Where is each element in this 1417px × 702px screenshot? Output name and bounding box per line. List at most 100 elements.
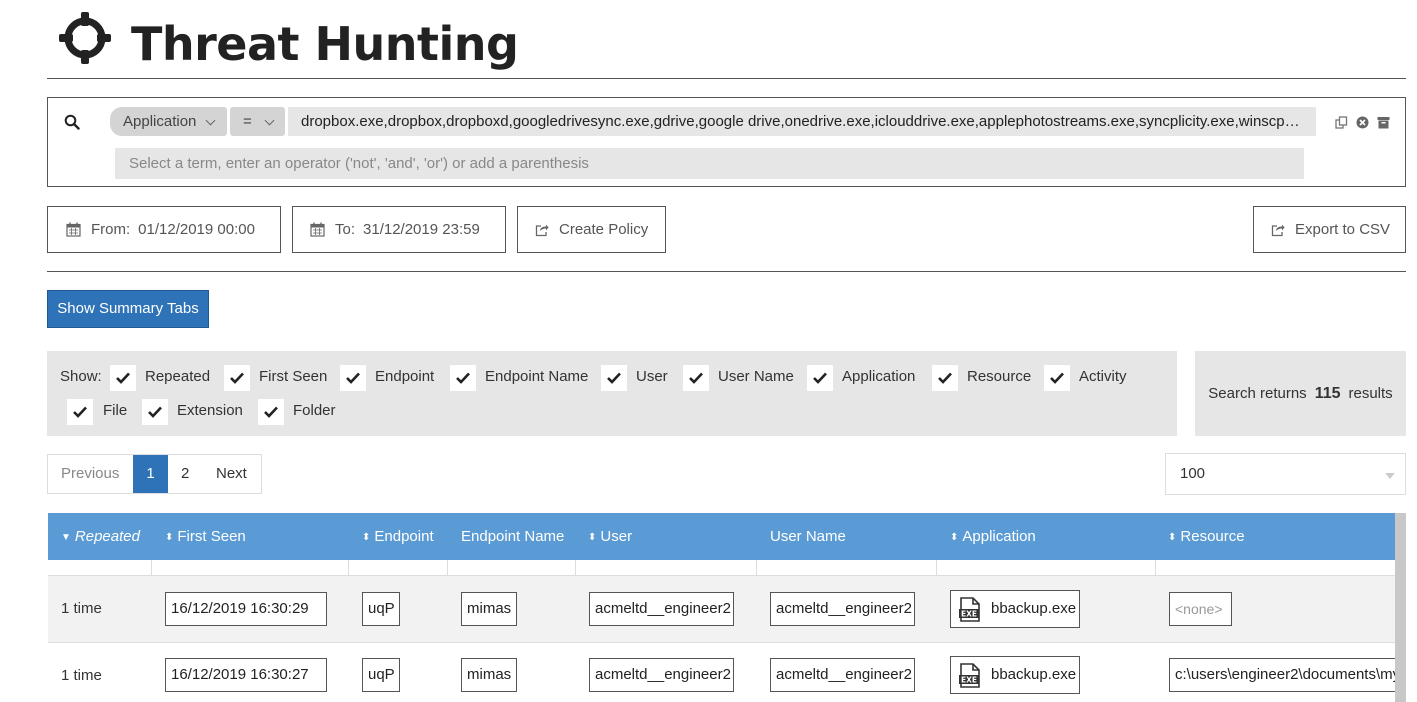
column-divider [348,560,349,576]
checkmark-icon [1050,372,1064,384]
application-cell[interactable]: EXE bbackup.exe [950,590,1080,628]
checkbox-label: User Name [718,368,794,385]
first-seen-cell[interactable]: 16/12/2019 16:30:27 [165,658,327,692]
repeated-cell: 1 time [61,667,102,684]
pagination: Previous 1 2 Next [47,454,262,494]
term-field-select[interactable]: Application [110,107,227,136]
checkbox-label: Activity [1079,368,1127,385]
calendar-icon [66,222,81,237]
user-name-cell[interactable]: acmeltd__engineer2 [770,592,915,626]
column-header-repeated[interactable]: ▼ Repeated [61,513,140,560]
page-size-select[interactable]: 100 [1165,453,1406,495]
exe-file-icon: EXE [959,597,980,622]
results-prefix: Search returns [1208,385,1307,402]
to-label: To: [335,221,356,238]
show-summary-tabs-button[interactable]: Show Summary Tabs [47,290,209,328]
column-header-application[interactable]: ⬍ Application [950,513,1036,560]
checkmark-icon [813,372,827,384]
page-2-button[interactable]: 2 [181,455,189,493]
page-size-value: 100 [1180,465,1206,482]
next-page-button[interactable]: Next [216,455,247,493]
checkmark-icon [116,372,130,384]
term-value[interactable]: dropbox.exe,dropbox,dropboxd,googledrive… [288,107,1316,136]
page-1-button[interactable]: 1 [133,455,168,493]
column-visibility-panel: Show: Repeated First Seen Endpoint Endpo… [47,351,1177,436]
checkbox-label: Endpoint Name [485,368,589,385]
operator-label: = [243,113,252,130]
checkbox-extension[interactable] [142,399,168,425]
page-title: Threat Hunting [131,17,519,71]
from-value: 01/12/2019 00:00 [138,221,255,238]
resource-cell[interactable]: c:\users\engineer2\documents\my [1169,658,1395,692]
checkbox-resource[interactable] [932,365,958,391]
checkbox-label: Repeated [145,368,211,385]
checkbox-first-seen[interactable] [224,365,250,391]
sort-icon: ⬍ [588,532,597,543]
checkbox-label: User [636,368,668,385]
svg-text:EXE: EXE [961,676,977,685]
table-row[interactable]: 1 time 16/12/2019 16:30:27 uqP mimas acm… [48,643,1395,702]
sort-icon: ⬍ [950,532,959,543]
table-row[interactable]: 1 time 16/12/2019 16:30:29 uqP mimas acm… [48,576,1395,643]
checkbox-file[interactable] [67,399,93,425]
header-divider [47,78,1406,79]
checkbox-label: Endpoint [375,368,435,385]
checkmark-icon [938,372,952,384]
exe-file-icon: EXE [959,663,980,688]
column-header-user[interactable]: ⬍ User [588,513,632,560]
search-icon [64,114,80,130]
checkmark-icon [456,372,470,384]
endpoint-cell[interactable]: uqP [362,658,400,692]
results-table: ▼ Repeated ⬍ First Seen ⬍ Endpoint Endpoint… [48,513,1395,702]
user-cell[interactable]: acmeltd__engineer2 [589,592,734,626]
checkbox-endpoint-name[interactable] [450,365,476,391]
endpoint-name-cell[interactable]: mimas [461,592,517,626]
from-date-button[interactable]: From: 01/12/2019 00:00 [47,206,281,253]
to-date-button[interactable]: To: 31/12/2019 23:59 [292,206,506,253]
first-seen-cell[interactable]: 16/12/2019 16:30:29 [165,592,327,626]
clear-icon[interactable] [1356,116,1369,129]
application-cell[interactable]: EXE bbackup.exe [950,656,1080,694]
sort-desc-icon: ▼ [61,532,71,543]
column-divider [1155,560,1156,576]
export-csv-label: Export to CSV [1295,221,1391,238]
to-value: 31/12/2019 23:59 [363,221,480,238]
user-cell[interactable]: acmeltd__engineer2 [589,658,734,692]
endpoint-name-cell[interactable]: mimas [461,658,517,692]
calendar-icon [310,222,325,237]
term-field-label: Application [123,113,197,130]
export-csv-button[interactable]: Export to CSV [1253,206,1406,253]
checkbox-endpoint[interactable] [340,365,366,391]
toolbar-divider [47,271,1406,272]
column-divider [936,560,937,576]
checkbox-label: File [103,402,128,419]
checkbox-folder[interactable] [258,399,284,425]
copy-icon[interactable] [1335,116,1348,129]
endpoint-cell[interactable]: uqP [362,592,400,626]
resource-cell[interactable]: <none> [1169,592,1232,626]
column-divider [447,560,448,576]
column-header-endpoint-name[interactable]: Endpoint Name [461,513,564,560]
create-policy-button[interactable]: Create Policy [517,206,666,253]
checkbox-activity[interactable] [1044,365,1070,391]
column-header-resource[interactable]: ⬍ Resource [1168,513,1245,560]
chevron-down-icon [264,115,275,126]
column-header-first-seen[interactable]: ⬍ First Seen [165,513,246,560]
operator-select[interactable]: = [230,107,285,136]
checkmark-icon [346,372,360,384]
archive-icon[interactable] [1377,116,1390,129]
checkbox-user-name[interactable] [683,365,709,391]
previous-page-button[interactable]: Previous [61,455,119,493]
table-scrollbar[interactable] [1395,513,1406,702]
sort-icon: ⬍ [165,532,174,543]
column-header-endpoint[interactable]: ⬍ Endpoint [362,513,434,560]
checkbox-application[interactable] [807,365,833,391]
results-count: 115 [1314,384,1341,402]
checkbox-repeated[interactable] [110,365,136,391]
query-input[interactable] [115,148,1304,179]
checkbox-label: Folder [293,402,336,419]
column-header-user-name[interactable]: User Name [770,513,846,560]
user-name-cell[interactable]: acmeltd__engineer2 [770,658,915,692]
checkbox-label: Resource [967,368,1032,385]
checkbox-user[interactable] [601,365,627,391]
